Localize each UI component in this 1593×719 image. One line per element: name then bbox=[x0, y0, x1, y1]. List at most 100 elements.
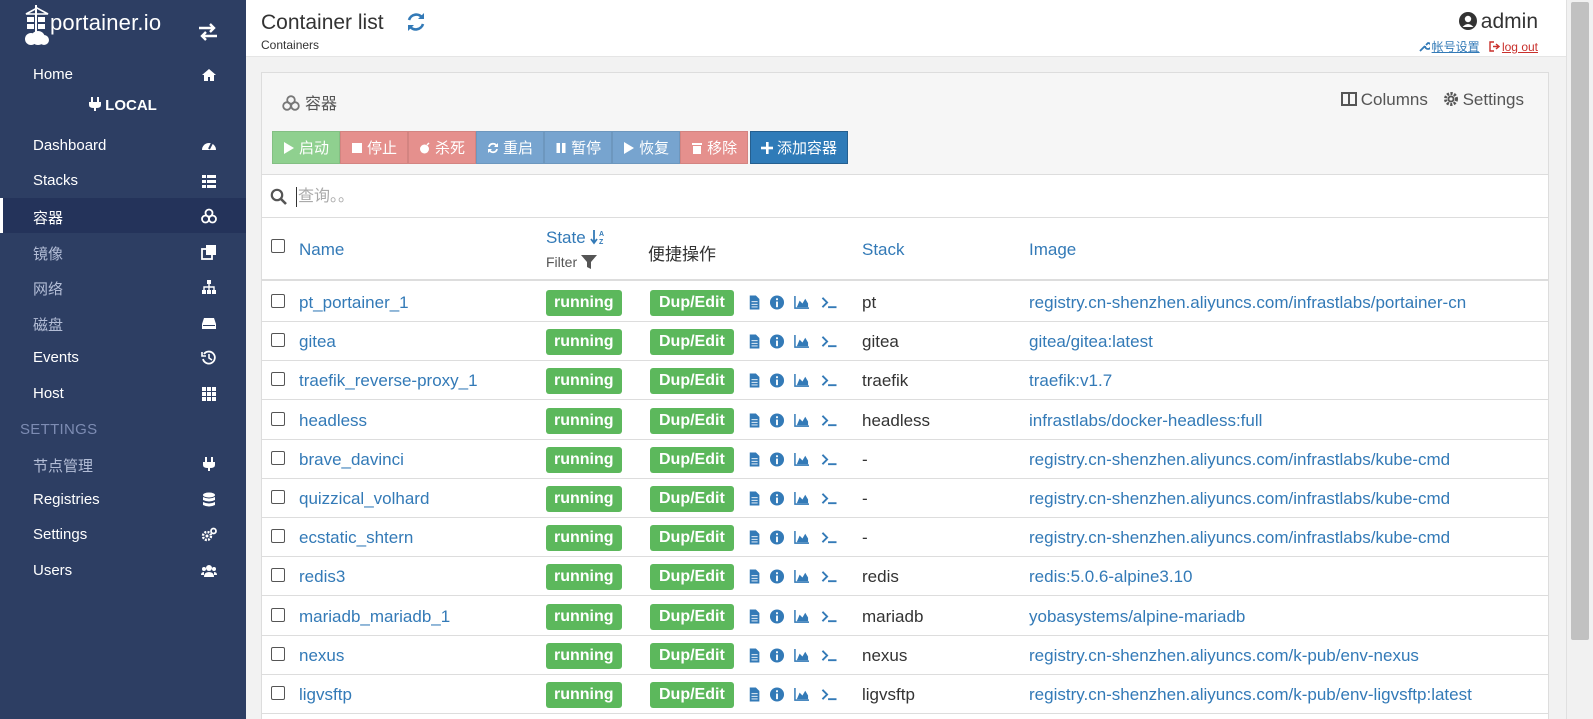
info-circle-icon[interactable] bbox=[769, 413, 785, 428]
container-name-link[interactable]: gitea bbox=[299, 332, 336, 352]
image-link[interactable]: registry.cn-shenzhen.aliyuncs.com/infras… bbox=[1029, 293, 1466, 313]
image-link[interactable]: registry.cn-shenzhen.aliyuncs.com/infras… bbox=[1029, 528, 1450, 548]
file-icon[interactable] bbox=[748, 373, 762, 388]
sidebar-item-registries[interactable]: Registries bbox=[0, 482, 246, 517]
sidebar-item-endpoints[interactable]: 节点管理 bbox=[0, 446, 246, 481]
info-circle-icon[interactable] bbox=[769, 648, 785, 663]
row-checkbox[interactable] bbox=[271, 608, 285, 622]
columns-button[interactable]: Columns bbox=[1340, 90, 1428, 109]
area-chart-icon[interactable] bbox=[793, 569, 810, 584]
file-icon[interactable] bbox=[748, 452, 762, 467]
area-chart-icon[interactable] bbox=[793, 373, 810, 388]
container-name-link[interactable]: ligvsftp bbox=[299, 685, 352, 705]
container-name-link[interactable]: redis3 bbox=[299, 567, 345, 587]
file-icon[interactable] bbox=[748, 648, 762, 663]
image-link[interactable]: yobasystems/alpine-mariadb bbox=[1029, 607, 1245, 627]
terminal-icon[interactable] bbox=[820, 687, 838, 702]
file-icon[interactable] bbox=[748, 687, 762, 702]
image-link[interactable]: traefik:v1.7 bbox=[1029, 371, 1112, 391]
info-circle-icon[interactable] bbox=[769, 491, 785, 506]
resume-button[interactable]: 恢复 bbox=[612, 131, 681, 164]
sidebar-item-home[interactable]: Home bbox=[0, 57, 246, 92]
file-icon[interactable] bbox=[748, 491, 762, 506]
dup-edit-button[interactable]: Dup/Edit bbox=[650, 486, 734, 512]
container-name-link[interactable]: nexus bbox=[299, 646, 344, 666]
sidebar-item-events[interactable]: Events bbox=[0, 340, 246, 375]
terminal-icon[interactable] bbox=[820, 452, 838, 467]
row-checkbox[interactable] bbox=[271, 529, 285, 543]
image-link[interactable]: registry.cn-shenzhen.aliyuncs.com/k-pub/… bbox=[1029, 685, 1472, 705]
row-checkbox[interactable] bbox=[271, 412, 285, 426]
area-chart-icon[interactable] bbox=[793, 491, 810, 506]
container-name-link[interactable]: headless bbox=[299, 411, 367, 431]
start-button[interactable]: 启动 bbox=[272, 131, 341, 164]
row-checkbox[interactable] bbox=[271, 333, 285, 347]
area-chart-icon[interactable] bbox=[793, 648, 810, 663]
container-name-link[interactable]: quizzical_volhard bbox=[299, 489, 429, 509]
sidebar-item-containers[interactable]: 容器 bbox=[0, 198, 246, 233]
sidebar-item-images[interactable]: 镜像 bbox=[0, 234, 246, 269]
row-checkbox[interactable] bbox=[271, 647, 285, 661]
stop-button[interactable]: 停止 bbox=[340, 131, 409, 164]
info-circle-icon[interactable] bbox=[769, 687, 785, 702]
file-icon[interactable] bbox=[748, 295, 762, 310]
column-header-image[interactable]: Image bbox=[1029, 240, 1076, 260]
settings-button[interactable]: Settings bbox=[1443, 90, 1524, 109]
terminal-icon[interactable] bbox=[820, 530, 838, 545]
remove-button[interactable]: 移除 bbox=[680, 131, 749, 164]
sidebar-item-users[interactable]: Users bbox=[0, 553, 246, 588]
file-icon[interactable] bbox=[748, 569, 762, 584]
column-header-name[interactable]: Name bbox=[299, 240, 344, 260]
file-icon[interactable] bbox=[748, 413, 762, 428]
refresh-icon[interactable] bbox=[405, 11, 427, 33]
dup-edit-button[interactable]: Dup/Edit bbox=[650, 290, 734, 316]
sidebar-item-networks[interactable]: 网络 bbox=[0, 269, 246, 304]
terminal-icon[interactable] bbox=[820, 334, 838, 349]
file-icon[interactable] bbox=[748, 609, 762, 624]
info-circle-icon[interactable] bbox=[769, 334, 785, 349]
container-name-link[interactable]: pt_portainer_1 bbox=[299, 293, 409, 313]
image-link[interactable]: registry.cn-shenzhen.aliyuncs.com/infras… bbox=[1029, 489, 1450, 509]
area-chart-icon[interactable] bbox=[793, 295, 810, 310]
container-name-link[interactable]: brave_davinci bbox=[299, 450, 404, 470]
file-icon[interactable] bbox=[748, 334, 762, 349]
terminal-icon[interactable] bbox=[820, 373, 838, 388]
image-link[interactable]: registry.cn-shenzhen.aliyuncs.com/infras… bbox=[1029, 450, 1450, 470]
restart-button[interactable]: 重启 bbox=[476, 131, 545, 164]
terminal-icon[interactable] bbox=[820, 609, 838, 624]
row-checkbox[interactable] bbox=[271, 451, 285, 465]
dup-edit-button[interactable]: Dup/Edit bbox=[650, 682, 734, 708]
dup-edit-button[interactable]: Dup/Edit bbox=[650, 408, 734, 434]
sidebar-item-dashboard[interactable]: Dashboard bbox=[0, 128, 246, 163]
kill-button[interactable]: 杀死 bbox=[408, 131, 477, 164]
file-icon[interactable] bbox=[748, 530, 762, 545]
column-header-state[interactable]: State AZ bbox=[546, 228, 606, 248]
image-link[interactable]: registry.cn-shenzhen.aliyuncs.com/k-pub/… bbox=[1029, 646, 1419, 666]
info-circle-icon[interactable] bbox=[769, 530, 785, 545]
area-chart-icon[interactable] bbox=[793, 334, 810, 349]
pause-button[interactable]: 暂停 bbox=[544, 131, 613, 164]
info-circle-icon[interactable] bbox=[769, 452, 785, 467]
area-chart-icon[interactable] bbox=[793, 609, 810, 624]
dup-edit-button[interactable]: Dup/Edit bbox=[650, 564, 734, 590]
area-chart-icon[interactable] bbox=[793, 452, 810, 467]
scrollbar-thumb[interactable] bbox=[1571, 2, 1589, 640]
sidebar-toggle-icon[interactable] bbox=[197, 22, 219, 42]
terminal-icon[interactable] bbox=[820, 569, 838, 584]
dup-edit-button[interactable]: Dup/Edit bbox=[650, 525, 734, 551]
area-chart-icon[interactable] bbox=[793, 530, 810, 545]
sidebar-item-settings[interactable]: Settings bbox=[0, 517, 246, 552]
dup-edit-button[interactable]: Dup/Edit bbox=[650, 329, 734, 355]
sidebar-item-stacks[interactable]: Stacks bbox=[0, 163, 246, 198]
container-name-link[interactable]: mariadb_mariadb_1 bbox=[299, 607, 450, 627]
state-filter[interactable]: Filter bbox=[546, 254, 598, 270]
info-circle-icon[interactable] bbox=[769, 373, 785, 388]
logout-link[interactable]: log out bbox=[1489, 40, 1538, 54]
dup-edit-button[interactable]: Dup/Edit bbox=[650, 368, 734, 394]
terminal-icon[interactable] bbox=[820, 295, 838, 310]
container-name-link[interactable]: traefik_reverse-proxy_1 bbox=[299, 371, 478, 391]
row-checkbox[interactable] bbox=[271, 294, 285, 308]
brand[interactable]: portainer.io bbox=[0, 0, 246, 58]
dup-edit-button[interactable]: Dup/Edit bbox=[650, 604, 734, 630]
column-header-stack[interactable]: Stack bbox=[862, 240, 905, 260]
